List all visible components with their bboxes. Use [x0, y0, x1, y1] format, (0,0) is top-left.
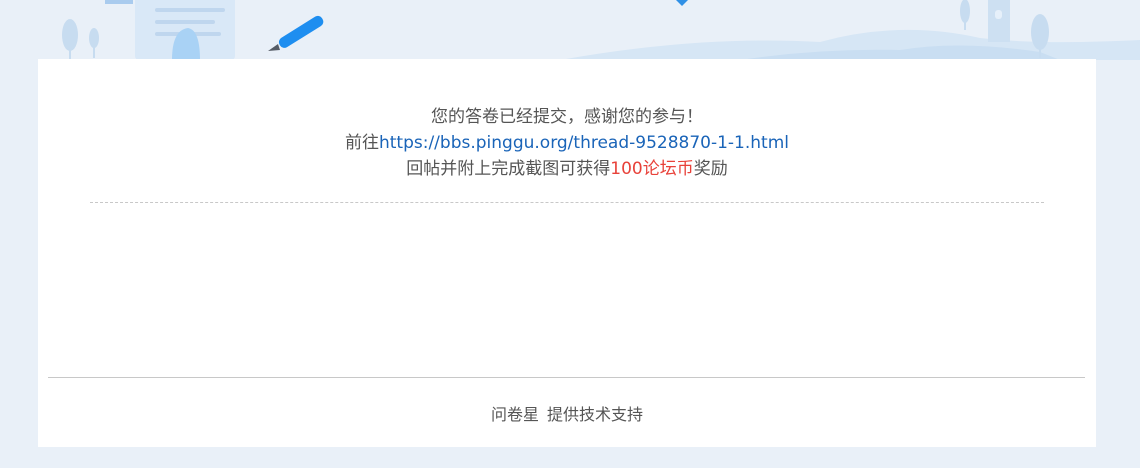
thread-line: 前往https://bbs.pinggu.org/thread-9528870-… [38, 130, 1096, 156]
survey-paper-illustration [105, 0, 235, 60]
reward-prefix: 回帖并附上完成截图可获得 [406, 159, 611, 179]
reward-suffix: 奖励 [693, 159, 728, 179]
tree-icon [62, 19, 99, 59]
header-illustration-art [62, 0, 1140, 60]
header-illustration [0, 0, 1140, 60]
dashed-divider [90, 202, 1044, 203]
footer: 问卷星 提供技术支持 [38, 401, 1096, 425]
brand-link[interactable]: 问卷星 [491, 405, 539, 424]
result-card: 您的答卷已经提交，感谢您的参与！ 前往https://bbs.pinggu.or… [38, 59, 1096, 447]
support-text: 提供技术支持 [547, 405, 644, 424]
thanks-line: 您的答卷已经提交，感谢您的参与！ [431, 107, 703, 127]
reward-line: 回帖并附上完成截图可获得100论坛币奖励 [38, 156, 1096, 182]
completion-message: 您的答卷已经提交，感谢您的参与！ 前往https://bbs.pinggu.or… [38, 104, 1096, 182]
reward-amount: 100论坛币 [610, 159, 694, 179]
thread-link[interactable]: https://bbs.pinggu.org/thread-9528870-1-… [379, 133, 789, 153]
goto-prefix: 前往 [344, 133, 379, 153]
footer-divider [48, 377, 1085, 378]
pencil-icon [268, 15, 324, 51]
